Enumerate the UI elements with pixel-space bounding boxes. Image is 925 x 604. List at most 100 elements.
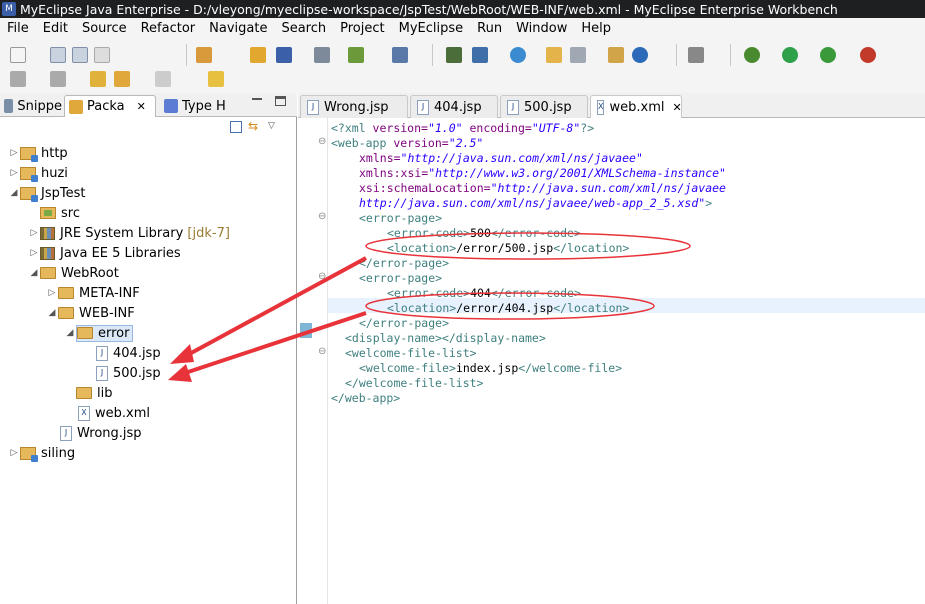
close-icon[interactable]: ✕ [672,101,681,114]
save-all-icon[interactable] [72,47,88,63]
pin-icon[interactable] [208,71,224,87]
tree-item-404-jsp[interactable]: J 404.jsp [96,343,161,363]
build-icon[interactable] [314,47,330,63]
menu-edit[interactable]: Edit [36,21,75,36]
print-icon[interactable] [94,47,110,63]
tree-item-huzi[interactable]: ▷ huzi [8,163,68,183]
tree-label: Java EE 5 Libraries [60,245,181,261]
fold-icon[interactable]: ⊖ [318,136,326,147]
tree-item-500-jsp[interactable]: J 500.jsp [96,363,161,383]
expand-icon[interactable]: ▷ [8,168,20,178]
menu-navigate[interactable]: Navigate [202,21,274,36]
editor-tab-label: Wrong.jsp [324,99,389,115]
globe-icon[interactable] [510,47,526,63]
open-resource-icon[interactable] [472,47,488,63]
task-icon[interactable] [608,47,624,63]
tree-item-error[interactable]: ◢ error [64,323,134,343]
run-icon[interactable] [782,47,798,63]
menu-run[interactable]: Run [470,21,509,36]
expand-icon[interactable]: ▷ [46,288,58,298]
tree-item-http[interactable]: ▷ http [8,143,68,163]
menu-file[interactable]: File [0,21,36,36]
wizard-icon[interactable] [348,47,364,63]
view-menu-icon[interactable]: ▽ [268,121,275,133]
menu-bar: File Edit Source Refactor Navigate Searc… [0,18,925,39]
expand-icon[interactable]: ▷ [8,148,20,158]
tree-item-web-xml[interactable]: Xweb.xml [78,403,150,423]
folder-open-icon[interactable] [546,47,562,63]
close-icon[interactable]: ✕ [137,100,146,113]
tab-type-hierarchy[interactable]: Type H [160,95,240,117]
tab-500-jsp[interactable]: J 500.jsp [500,95,588,118]
prev-annotation-icon[interactable] [50,71,66,87]
snippets-icon [4,99,14,113]
tree-label: web.xml [95,405,150,421]
tab-package-explorer[interactable]: Packa ✕ [64,95,156,117]
menu-source[interactable]: Source [75,21,134,36]
tree-item-jsptest[interactable]: ◢ JspTest [8,183,85,203]
package-icon[interactable] [250,47,266,63]
tab-wrong-jsp[interactable]: J Wrong.jsp [300,95,408,118]
new-project-icon[interactable] [196,47,212,63]
run-server-icon[interactable] [820,47,836,63]
fold-icon[interactable]: ⊖ [318,271,326,282]
next-annotation-icon[interactable] [10,71,26,87]
new-icon[interactable] [10,47,26,63]
tree-label: Wrong.jsp [77,425,142,441]
tab-snippets[interactable]: Snippe [0,95,62,117]
collapse-all-icon[interactable] [230,121,242,133]
tab-404-jsp[interactable]: J 404.jsp [410,95,498,118]
save-icon[interactable] [50,47,66,63]
collapse-icon[interactable]: ◢ [46,308,58,318]
tree-label: lib [97,385,113,401]
minimize-icon[interactable] [252,97,262,100]
menu-help[interactable]: Help [574,21,618,36]
forward-icon[interactable] [155,71,171,87]
collapse-icon[interactable]: ◢ [64,328,76,338]
open-type-icon[interactable] [446,47,462,63]
editor-tab-label: 500.jsp [524,99,572,115]
server-icon[interactable] [276,47,292,63]
tree-item-javaee[interactable]: ▷ Java EE 5 Libraries [28,243,181,263]
tree-item-siling[interactable]: ▷ siling [8,443,75,463]
tree-item-web-inf[interactable]: ◢ WEB-INF [46,303,135,323]
tab-web-xml[interactable]: Xweb.xml ✕ [590,95,682,118]
collapse-icon[interactable]: ◢ [28,268,40,278]
jsp-file-icon: J [60,425,72,441]
library-icon [40,226,55,240]
fold-icon[interactable]: ⊖ [318,346,326,357]
expand-icon[interactable]: ▷ [8,448,20,458]
maximize-icon[interactable] [275,96,286,106]
expand-icon[interactable]: ▷ [28,248,40,258]
last-edit-icon[interactable] [90,71,106,87]
expand-icon[interactable]: ▷ [28,228,40,238]
debug-icon[interactable] [744,47,760,63]
menu-project[interactable]: Project [333,21,391,36]
link-editor-icon[interactable]: ⇆ [248,120,262,133]
tree-item-meta-inf[interactable]: ▷ META-INF [46,283,140,303]
menu-myeclipse[interactable]: MyEclipse [392,21,471,36]
tree-item-wrong-jsp[interactable]: J Wrong.jsp [60,423,142,443]
tree-item-lib[interactable]: lib [76,383,112,403]
xml-file-icon: X [78,405,90,421]
camera-icon[interactable] [688,47,704,63]
tree-item-webroot[interactable]: ◢ WebRoot [28,263,119,283]
menu-window[interactable]: Window [509,21,574,36]
tree-item-src[interactable]: src [28,203,80,223]
browser-icon[interactable] [632,47,648,63]
editor-pane: J Wrong.jsp J 404.jsp J 500.jsp Xweb.xml ✕ ⊖… [298,93,925,604]
editor-tab-bar: J Wrong.jsp J 404.jsp J 500.jsp Xweb.xml ✕ [298,93,925,118]
tree-item-jre[interactable]: ▷ JRE System Library [jdk-7] [28,223,230,243]
stop-server-icon[interactable] [860,47,876,63]
menu-search[interactable]: Search [274,21,333,36]
collapse-icon[interactable]: ◢ [8,188,20,198]
deploy-icon[interactable] [392,47,408,63]
jsp-file-icon: J [507,99,519,115]
jsp-file-icon: J [96,345,108,361]
back-icon[interactable] [114,71,130,87]
change-marker [300,323,312,338]
fold-icon[interactable]: ⊖ [318,211,326,222]
image-icon[interactable] [570,47,586,63]
menu-refactor[interactable]: Refactor [134,21,203,36]
project-icon [20,186,38,202]
